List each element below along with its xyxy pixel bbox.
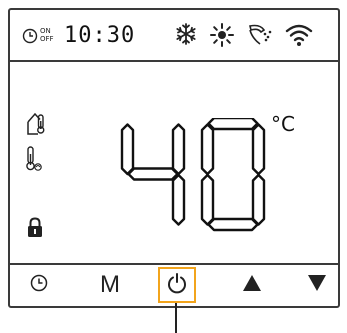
power-button[interactable] — [161, 270, 193, 300]
clock-icon — [30, 274, 48, 296]
timer-on-label: ON — [40, 27, 51, 35]
power-icon — [166, 272, 188, 298]
digit-1-segment-g — [127, 167, 179, 181]
timer-off-label: OFF — [40, 35, 54, 43]
snowflake-icon — [174, 22, 198, 50]
clock-icon — [22, 28, 38, 48]
digit-2-segment-d — [207, 217, 259, 232]
callout-leader-line — [175, 303, 177, 333]
timer-on-off-label: ON OFF — [40, 27, 54, 43]
status-bar: ON OFF 10:30 — [10, 10, 338, 60]
triangle-up-icon — [242, 274, 262, 296]
control-bar: M — [10, 265, 338, 306]
triangle-down-icon — [307, 274, 327, 296]
up-button[interactable] — [236, 270, 268, 300]
digit-1-segment-f — [120, 123, 135, 176]
digit-2-segment-c — [251, 173, 266, 226]
house-temperature-icon — [26, 110, 46, 140]
temperature-unit: °C — [271, 112, 295, 136]
digit-2-segment-e — [200, 173, 215, 226]
water-flow-icon — [246, 22, 276, 52]
temperature-segments — [120, 116, 266, 232]
temperature-display: 40 — [120, 116, 270, 240]
sun-icon — [209, 22, 235, 52]
top-divider — [10, 60, 338, 62]
mode-button[interactable]: M — [94, 270, 126, 300]
down-button[interactable] — [301, 270, 333, 300]
digit-1-segment-c — [171, 173, 186, 226]
mode-label: M — [100, 271, 120, 298]
thermostat-panel: ON OFF 10:30 °C M — [8, 8, 340, 308]
timer-button[interactable] — [23, 270, 55, 300]
lock-icon — [26, 217, 44, 243]
digit-2-segment-a — [207, 116, 259, 131]
digit-2-segment-b — [251, 123, 266, 176]
water-temperature-icon — [26, 145, 44, 177]
digit-1-segment-b — [171, 123, 186, 176]
wifi-icon — [284, 22, 314, 52]
clock-time: 10:30 — [64, 23, 136, 48]
digit-2-segment-f — [200, 123, 215, 176]
